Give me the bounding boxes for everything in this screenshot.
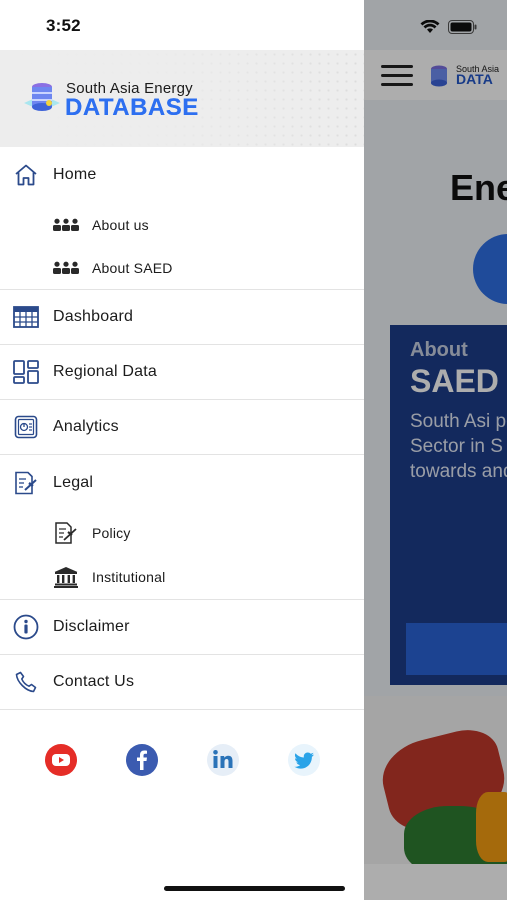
nav-label-about-us: About us	[92, 217, 149, 233]
nav-subitem-policy[interactable]: Policy	[0, 511, 364, 555]
policy-document-icon	[52, 521, 80, 545]
facebook-icon	[126, 744, 158, 776]
group-icon	[52, 256, 80, 280]
nav-label-contact-us: Contact Us	[53, 673, 135, 690]
nav-item-home[interactable]: Home	[0, 147, 364, 203]
twitter-link[interactable]	[286, 742, 322, 778]
nav-label-dashboard: Dashboard	[53, 308, 134, 325]
nav-label-about-saed: About SAED	[92, 260, 173, 276]
youtube-icon	[45, 744, 77, 776]
info-icon	[12, 613, 40, 641]
brand-line2: DATABASE	[65, 94, 199, 121]
linkedin-link[interactable]	[205, 742, 241, 778]
nav-item-dashboard[interactable]: Dashboard	[0, 290, 364, 345]
analytics-icon	[12, 413, 40, 441]
nav-item-disclaimer[interactable]: Disclaimer	[0, 600, 364, 655]
layout-grid-icon	[12, 358, 40, 386]
legal-document-icon	[12, 469, 40, 497]
nav-label-analytics: Analytics	[53, 418, 119, 435]
database-logo-icon	[24, 83, 60, 111]
phone-icon	[12, 668, 40, 696]
youtube-link[interactable]	[43, 742, 79, 778]
nav-item-regional-data[interactable]: Regional Data	[0, 345, 364, 400]
status-time: 3:52	[46, 16, 81, 35]
facebook-link[interactable]	[124, 742, 160, 778]
nav-subitem-institutional[interactable]: Institutional	[0, 555, 364, 600]
nav-label-legal: Legal	[53, 474, 94, 491]
nav-item-legal[interactable]: Legal	[0, 455, 364, 511]
nav-label-home: Home	[53, 166, 97, 183]
group-icon	[52, 213, 80, 237]
nav-label-policy: Policy	[92, 525, 131, 541]
nav-subitem-about-saed[interactable]: About SAED	[0, 247, 364, 290]
navigation-drawer: 3:52 South Asia Energy DATABASE Home Abo…	[0, 0, 364, 900]
nav-subitem-about-us[interactable]: About us	[0, 203, 364, 247]
nav-item-contact-us[interactable]: Contact Us	[0, 655, 364, 710]
nav-label-regional-data: Regional Data	[53, 363, 157, 380]
nav-item-analytics[interactable]: Analytics	[0, 400, 364, 455]
linkedin-icon	[207, 744, 239, 776]
twitter-icon	[288, 744, 320, 776]
home-icon	[12, 161, 40, 189]
nav-label-disclaimer: Disclaimer	[53, 618, 130, 635]
nav-label-institutional: Institutional	[92, 569, 166, 585]
table-grid-icon	[12, 303, 40, 331]
home-indicator	[164, 886, 345, 891]
social-links	[0, 742, 364, 782]
institution-building-icon	[52, 565, 80, 589]
nav-menu: Home About us About SAED Dashboard Regio…	[0, 147, 364, 710]
